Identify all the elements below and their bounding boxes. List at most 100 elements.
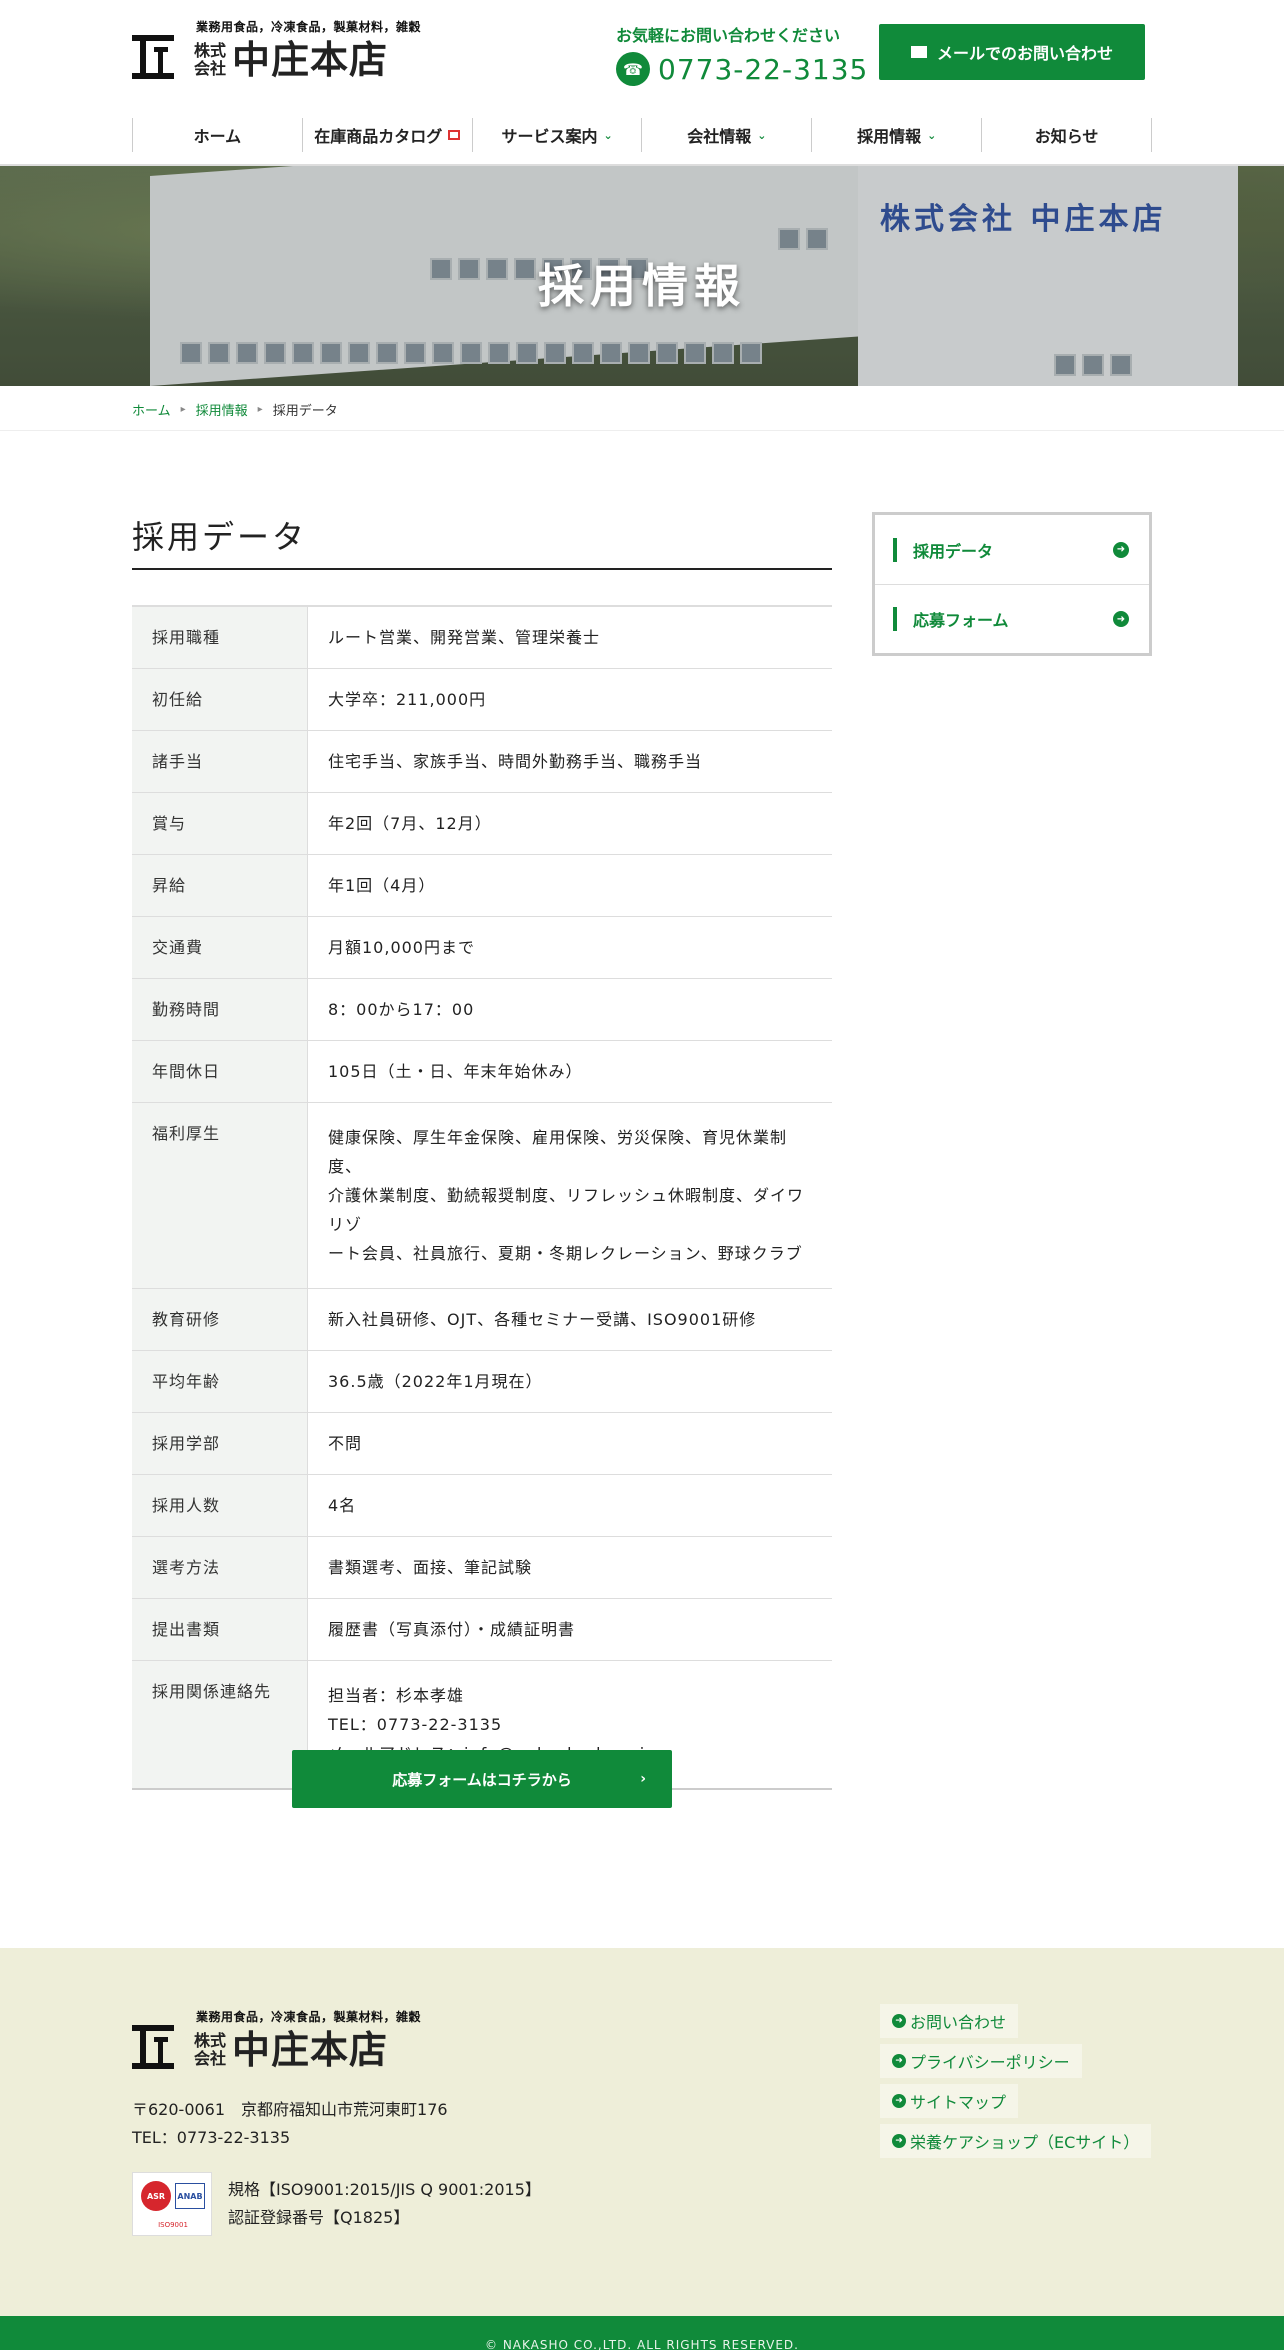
envelope-icon [910,46,927,58]
nav-item-services[interactable]: サービス案内 ⌄ [471,118,642,152]
row-value: 4名 [328,1496,357,1515]
breadcrumb-current: 採用データ [272,404,338,419]
breadcrumb: ホーム ▸ 採用情報 ▸ 採用データ [132,400,338,419]
row-value: 新入社員研修、OJT、各種セミナー受講、ISO9001研修 [328,1310,757,1329]
logo-mark-icon [132,2025,174,2069]
row-label: 提出書類 [132,1599,308,1660]
chevron-down-icon: ⌄ [927,128,937,142]
footer-address: 〒620-0061 京都府福知山市荒河東町176 [132,2100,448,2119]
mail-contact-button[interactable]: メールでのお問い合わせ [879,24,1145,80]
table-row: 年間休日 105日（土・日、年末年始休み） [132,1041,832,1103]
nav-item-news[interactable]: お知らせ [981,118,1152,152]
iso-caption: ISO9001 [158,2221,188,2229]
table-row: 選考方法 書類選考、面接、筆記試験 [132,1537,832,1599]
nav-item-home[interactable]: ホーム [132,118,302,152]
row-label: 諸手当 [132,731,308,792]
nav-item-recruit[interactable]: 採用情報 ⌄ [811,118,981,152]
table-row: 提出書類 履歴書（写真添付）・成績証明書 [132,1599,832,1661]
breadcrumb-parent[interactable]: 採用情報 [196,400,248,419]
logo-kk-top: 株式 [194,2031,227,2050]
nav-item-catalog[interactable]: 在庫商品カタログ [301,118,472,152]
table-row: 勤務時間 8：00から17：00 [132,979,832,1041]
arrow-circle-right-icon: ➜ [892,2054,906,2068]
iso-certification-logo: ASR ANAB ISO9001 [132,2172,212,2236]
nav-label: 採用情報 [857,127,922,146]
row-label: 交通費 [132,917,308,978]
row-label: 福利厚生 [132,1103,308,1288]
row-value-line: 健康保険、厚生年金保険、雇用保険、労災保険、育児休業制度、 [328,1128,788,1176]
nav-label: 在庫商品カタログ [314,127,443,146]
row-value: 8：00から17：00 [328,1000,475,1019]
sidebar-menu: 採用データ ➜ 応募フォーム ➜ [872,512,1152,656]
footer-logo[interactable]: 業務用食品，冷凍食品，製菓材料，雑穀 株式 会社 中庄本店 [132,2008,421,2071]
table-row: 交通費 月額10,000円まで [132,917,832,979]
recruit-data-table: 採用職種 ルート営業、開発営業、管理栄養士 初任給 大学卒：211,000円 諸手当… [132,605,832,1790]
chevron-right-icon: › [640,1771,646,1787]
row-value-line: 担当者：杉本孝雄 [328,1686,465,1705]
row-label: 昇給 [132,855,308,916]
table-row: 賞与 年2回（7月、12月） [132,793,832,855]
footer-link-label: プライバシーポリシー [910,2053,1070,2072]
breadcrumb-separator-icon: ▸ [257,404,263,415]
row-label: 採用関係連絡先 [132,1661,308,1788]
row-label: 勤務時間 [132,979,308,1040]
table-row: 教育研修 新入社員研修、OJT、各種セミナー受講、ISO9001研修 [132,1289,832,1351]
page-title: 採用データ [132,518,308,556]
breadcrumb-home[interactable]: ホーム [132,400,171,419]
row-label: 賞与 [132,793,308,854]
footer-link-ec-shop[interactable]: ➜ 栄養ケアショップ（ECサイト） [880,2124,1152,2158]
logo-kk-bottom: 会社 [194,59,227,78]
iso-badge-icon: ASR [141,2181,171,2211]
row-value: 住宅手当、家族手当、時間外勤務手当、職務手当 [328,752,703,771]
footer-links: ➜ お問い合わせ ➜ プライバシーポリシー ➜ サイトマップ ➜ 栄養ケアショップ（EC… [880,2004,1152,2164]
row-value: 年2回（7月、12月） [328,814,492,833]
apply-form-button[interactable]: 応募フォームはコチラから › [292,1750,672,1808]
header-phone-number[interactable]: 0773-22-3135 [658,53,868,86]
arrow-circle-right-icon: ➜ [1113,611,1129,627]
logo-kk-bottom: 会社 [194,2049,227,2068]
iso-standard: 規格【ISO9001:2015/JIS Q 9001:2015】 [228,2180,541,2199]
footer-link-sitemap[interactable]: ➜ サイトマップ [880,2084,1019,2118]
footer-link-contact[interactable]: ➜ お問い合わせ [880,2004,1019,2038]
row-value: 不問 [328,1434,363,1453]
row-value: 履歴書（写真添付）・成績証明書 [328,1620,576,1639]
site-logo[interactable]: 業務用食品，冷凍食品，製菓材料，雑穀 株式 会社 中庄本店 [132,18,421,81]
logo-subtitle: 業務用食品，冷凍食品，製菓材料，雑穀 [196,2010,422,2024]
footer-link-label: 栄養ケアショップ（ECサイト） [910,2133,1140,2152]
iso-info: 規格【ISO9001:2015/JIS Q 9001:2015】 認証登録番号【… [228,2176,541,2232]
title-underline [132,568,832,570]
arrow-circle-right-icon: ➜ [892,2094,906,2108]
footer-link-label: お問い合わせ [910,2013,1007,2032]
header-contact: お気軽にお問い合わせください ☎ 0773-22-3135 [616,22,868,86]
row-value: 年1回（4月） [328,876,436,895]
table-row: 採用人数 4名 [132,1475,832,1537]
row-value: 健康保険、厚生年金保険、雇用保険、労災保険、育児休業制度、 介護休業制度、勤続報… [308,1103,832,1288]
breadcrumb-separator-icon: ▸ [180,404,186,415]
footer-address-block: 〒620-0061 京都府福知山市荒河東町176 TEL：0773-22-313… [132,2096,448,2152]
sidebar-item-apply-form[interactable]: 応募フォーム ➜ [875,584,1149,653]
nav-item-company[interactable]: 会社情報 ⌄ [641,118,811,152]
iso-registration: 認証登録番号【Q1825】 [228,2208,410,2227]
nav-label: お知らせ [1034,127,1099,146]
row-label: 初任給 [132,669,308,730]
contact-label: お気軽にお問い合わせください [616,26,841,45]
phone-icon: ☎ [616,52,650,86]
row-value: 36.5歳（2022年1月現在） [328,1372,543,1391]
logo-subtitle: 業務用食品，冷凍食品，製菓材料，雑穀 [196,20,422,34]
hero-title: 採用情報 [538,259,746,313]
external-link-icon [448,130,461,140]
row-value: 月額10,000円まで [328,938,475,957]
logo-kk-top: 株式 [194,41,227,60]
sidebar-item-recruit-data[interactable]: 採用データ ➜ [875,515,1149,584]
nav-label: サービス案内 [501,127,598,146]
footer-link-privacy[interactable]: ➜ プライバシーポリシー [880,2044,1082,2078]
table-row: 諸手当 住宅手当、家族手当、時間外勤務手当、職務手当 [132,731,832,793]
table-row: 平均年齢 36.5歳（2022年1月現在） [132,1351,832,1413]
copyright: © NAKASHO CO.,LTD. ALL RIGHTS RESERVED. [0,2316,1284,2350]
apply-form-label: 応募フォームはコチラから [392,1770,572,1789]
row-label: 採用学部 [132,1413,308,1474]
row-value: 大学卒：211,000円 [328,690,487,709]
nav-label: ホーム [193,127,242,146]
row-label: 採用職種 [132,607,308,668]
row-value-line: ート会員、社員旅行、夏期・冬期レクレーション、野球クラブ [328,1244,803,1263]
